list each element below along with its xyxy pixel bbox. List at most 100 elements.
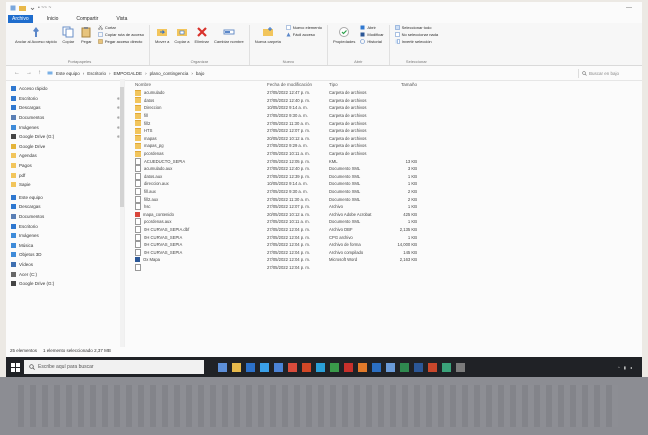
navigation-scroll-thumb[interactable] [120,87,124,207]
breadcrumb-item[interactable]: Este equipo [56,71,80,76]
back-button[interactable]: ← [14,70,20,76]
file-row[interactable]: 0H CURVAS_SEPIA 27/05/2022 12:04 p. m. CPG… [135,233,642,241]
file-row[interactable]: HTS 27/05/2022 12:07 p. m. Carpeta de arch… [135,127,642,135]
file-row[interactable]: acumulado.aux 27/05/2022 12:40 p. m. Docum… [135,165,642,173]
word-icon[interactable] [414,362,423,372]
file-row[interactable]: fill 27/05/2022 9:30 a. m. Carpeta de arch… [135,112,642,120]
new-folder-button[interactable]: Nueva carpeta [255,25,281,44]
task-view-icon[interactable] [218,362,227,372]
history-button[interactable]: Historial [360,39,383,44]
earth-icon[interactable] [330,362,339,372]
nav-item[interactable]: Documentos ✱ [6,113,124,123]
photos-icon[interactable] [316,362,325,372]
folder-icon[interactable] [19,5,26,11]
nav-item[interactable]: Escritorio [6,221,124,231]
column-header-name[interactable]: Nombre [135,82,267,87]
nav-item[interactable]: Descargas ✱ [6,103,124,113]
pin-quick-access-button[interactable]: Anclar al Acceso rápido [15,25,57,44]
explorer-icon[interactable] [232,362,241,372]
edit-button[interactable]: Modificar [360,32,384,37]
navigation-scrollbar[interactable] [120,79,124,347]
file-row[interactable]: fill.aux 27/05/2022 9:30 a. m. Documento X… [135,188,642,196]
powerpoint-icon[interactable] [428,362,437,372]
select-none-button[interactable]: No seleccionar nada [394,32,438,37]
breadcrumb-item[interactable]: bajo [196,71,205,76]
nav-item[interactable]: Sapie [6,180,124,190]
file-row[interactable]: mapas 20/05/2022 10:12 a. m. Carpeta de ar… [135,135,642,143]
excel-icon[interactable] [400,362,409,372]
easy-access-button[interactable]: Fácil acceso [286,32,322,37]
minimize-button[interactable]: — [626,5,632,11]
nav-item[interactable]: Google Drive (G:) ✱ [6,132,124,142]
firefox-icon[interactable] [358,362,367,372]
file-row[interactable]: datos.aux 27/05/2022 12:39 p. m. Documento… [135,172,642,181]
start-button[interactable] [6,357,24,377]
up-button[interactable]: ↑ [38,70,41,76]
file-row[interactable]: 0H CURVAS_SEPIA.dbf 27/05/2022 12:04 p. m… [135,225,642,234]
breadcrumb-item[interactable]: Escritorio [87,71,106,76]
file-row[interactable]: Ox Mapa 27/05/2022 12:04 p. m. Microsoft W… [135,256,642,264]
column-header-type[interactable]: Tipo [329,82,383,87]
network-icon[interactable]: ▮ [624,365,626,370]
chevron-up-icon[interactable]: ^ [618,365,620,370]
file-row[interactable]: mapas_pg 27/05/2022 9:29 a. m. Carpeta de … [135,142,642,150]
save-icon[interactable] [10,5,16,11]
nav-item[interactable]: Google Drive [6,142,124,152]
outlook-icon[interactable] [372,362,381,372]
app-icon[interactable] [456,362,465,372]
office-icon[interactable] [302,362,311,372]
nav-item[interactable]: Documentos [6,212,124,222]
breadcrumb-item[interactable]: plano_contingencia [150,71,189,76]
cut-button[interactable]: Cortar [97,25,144,30]
column-header-date[interactable]: Fecha de modificación [267,82,329,87]
address-bar[interactable]: Este equipo › Escritorio › EMPOGALDE › plan… [47,69,572,78]
file-row[interactable]: 27/05/2022 12:04 p. m. [135,263,642,272]
nav-item[interactable]: Acer (C:) [6,269,124,279]
file-row[interactable]: fill2.aux 27/05/2022 11:30 a. m. Documento… [135,195,642,203]
nav-item[interactable]: Vídeos [6,260,124,270]
edge-icon[interactable] [260,362,269,372]
file-row[interactable]: 0H CURVAS_SEPIA 27/05/2022 12:04 p. m. Arc… [135,241,642,249]
file-row[interactable]: direccion.aux 10/05/2022 9:14 a. m. Docume… [135,180,642,188]
nav-item[interactable]: Imágenes [6,231,124,241]
nav-item[interactable]: Objetos 3D [6,250,124,260]
nav-item[interactable]: Agendas [6,151,124,161]
tab-inicio[interactable]: Inicio [43,15,63,23]
file-row[interactable]: Direccion 10/05/2022 9:14 a. m. Carpeta de… [135,104,642,112]
open-button[interactable]: Abrir [360,25,383,30]
chrome-icon[interactable] [288,362,297,372]
tab-compartir[interactable]: Compartir [72,15,102,23]
file-row[interactable]: 0H CURVAS_SEPIA 27/05/2022 12:04 p. m. Arc… [135,248,642,256]
store-icon[interactable] [274,362,283,372]
file-row[interactable]: hsc 27/05/2022 12:07 p. m. Archivo 1 KB [135,203,642,211]
rename-button[interactable]: Cambiar nombre [214,25,244,44]
file-row[interactable]: pcordenas.aux 27/05/2022 10:11 a. m. Docum… [135,218,642,226]
taskbar-search[interactable]: Escribe aquí para buscar [24,360,204,374]
paste-shortcut-button[interactable]: Pegar acceso directo [98,39,144,44]
breadcrumb-item[interactable]: EMPOGALDE [114,71,143,76]
file-row[interactable]: mapa_contenido 20/05/2022 10:12 a. m. Arch… [135,211,642,219]
mail-icon[interactable] [246,362,255,372]
settings-icon[interactable] [386,362,395,372]
copy-button[interactable]: Copiar [62,25,75,44]
file-row[interactable]: datos 27/05/2022 12:40 p. m. Carpeta de ar… [135,97,642,105]
column-header-size[interactable]: Tamaño [383,82,417,87]
nav-item[interactable]: Escritorio ✱ [6,94,124,104]
new-item-button[interactable]: Nuevo elemento [286,25,322,30]
acrobat-icon[interactable] [344,362,353,372]
tab-vista[interactable]: Vista [112,15,131,23]
nav-item[interactable]: Descargas [6,202,124,212]
nav-item[interactable]: Este equipo [6,193,124,203]
search-field[interactable]: Buscar en bajo [578,68,642,78]
nav-item[interactable]: Acceso rápido [6,84,124,94]
paste-button[interactable]: Pegar [80,25,93,44]
file-row[interactable]: acumulado 27/05/2022 12:47 p. m. Carpeta d… [135,89,642,97]
chevron-down-icon[interactable] [29,5,35,11]
select-all-button[interactable]: Seleccionar todo [394,25,438,30]
delete-button[interactable]: Eliminar [195,25,209,44]
file-row[interactable]: ACUEDUCTO_SEPIA 27/05/2022 12:05 p. m. KML… [135,157,642,165]
maps-icon[interactable] [442,362,451,372]
nav-item[interactable]: Música [6,241,124,251]
move-to-button[interactable]: Mover a [155,25,169,44]
forward-button[interactable]: → [26,70,32,76]
